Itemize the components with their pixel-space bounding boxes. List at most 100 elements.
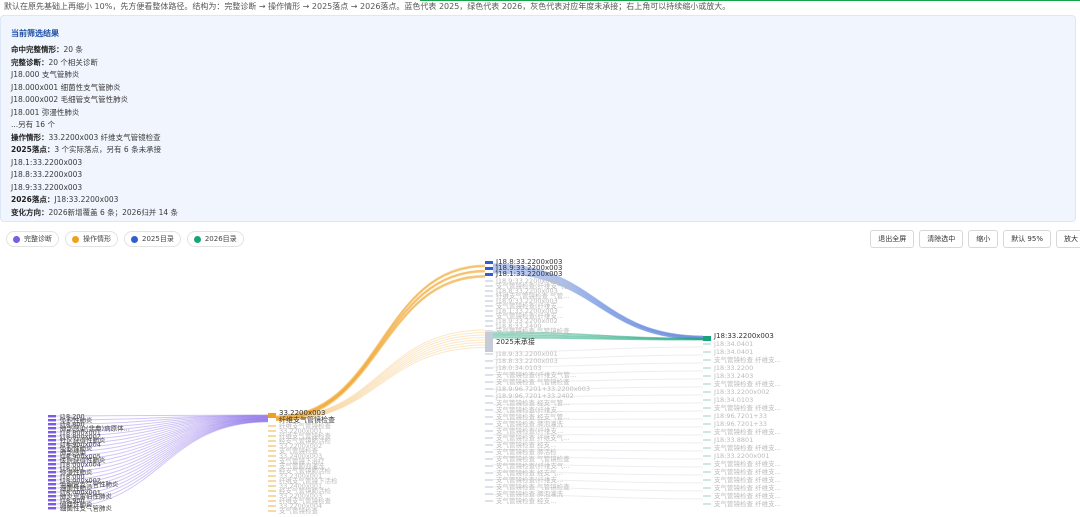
legend-label: 2026目录 [204,235,237,243]
legend-item[interactable]: 操作情形 [65,231,118,247]
landing-2026-faint-label: 支气管镜检查 纤维支... [714,467,781,476]
landing-2026-node [703,391,711,393]
summary-line: ...另有 16 个 [11,119,178,132]
diagnosis-label: 细菌性支气管肺炎 [60,504,113,513]
panel-title: 当前筛选结果 [11,29,59,38]
toolbar: 完整诊断 操作情形 2025目录 2026目录 退出全屏 清除选中 缩小 默认 95%… [0,227,1080,249]
summary-line-value: 20 个相关诊断 [48,57,98,67]
summary-line-value: 2026新增覆盖 6 条；2026归并 14 条 [48,207,179,217]
landing-2025-node [485,273,493,276]
landing-2026-faint-label: 支气管镜检查 纤维支... [714,499,781,508]
sankey-link [275,339,486,421]
diagnosis-node [48,471,56,474]
summary-line-label: 2025落点： [11,145,55,154]
operation-node [268,460,276,462]
summary-line-value: J18.000x002 毛细管支气管性肺炎 [11,95,129,104]
landing-2025-node [485,310,493,312]
summary-line: J18.8:33.2200x003 [11,169,178,182]
landing-2026-faint-label: 支气管镜检查 纤维支... [714,483,781,492]
landing-2025-node [485,444,493,446]
operation-node [268,465,276,467]
landing-2026-faint-label: J18:34.0103 [713,396,753,404]
summary-line-value: J18.8:33.2200x003 [11,170,83,179]
landing-2026-node [703,479,711,481]
landing-2025-node [485,451,493,453]
summary-line: J18.000x002 毛细管支气管性肺炎 [11,94,178,107]
landing-2025-node [485,381,493,383]
landing-2025-node [485,479,493,481]
diagnosis-node [48,463,56,466]
operation-node [268,470,276,472]
diagnosis-node [48,439,56,442]
diagnosis-node [48,491,56,494]
landing-2025-node [485,409,493,411]
diagnosis-node [48,419,56,422]
exit-fullscreen-button[interactable]: 退出全屏 [870,230,915,248]
diagnosis-node [48,503,56,506]
summary-line-value: J18.9:33.2200x003 [11,182,83,192]
summary-line-label: 变化方向： [11,207,49,217]
diagnosis-node [48,467,56,470]
landing-2026-faint-label: 支气管镜检查 纤维支... [714,443,781,452]
landing-2026-node [703,471,711,473]
sankey-diagram[interactable]: J18.200坠积性肺炎J18.800肺部感染(非典)病原体...J18.800… [0,252,1080,517]
summary-line: J18.9:33.2200x003 [11,182,178,195]
landing-2026-node [703,351,711,353]
diagnosis-node [48,451,56,454]
zoom-in-button[interactable]: 放大 [1056,230,1080,248]
landing-2025-node [485,486,493,488]
summary-line-value: 33.2200x003 纤维支气管镜检查 [48,132,161,142]
unmatched-2025-node [485,332,493,352]
landing-2025-node [485,423,493,425]
landing-2026-node [703,415,711,417]
summary-line: J18.1:33.2200x003 [11,157,178,170]
landing-2025-node [485,280,493,282]
legend-dot-icon [193,235,201,243]
legend-item[interactable]: 2026目录 [186,231,244,247]
landing-2026-faint-label: J18:96.7201+33 [713,420,767,428]
landing-2026-faint-label: 支气管镜检查 纤维支... [714,379,781,388]
default-zoom-button[interactable]: 默认 95% [1003,230,1051,248]
operation-node [268,445,276,447]
landing-2026-node [703,343,711,345]
operation-node [268,500,276,502]
landing-2026-faint-label: 支气管镜检查 纤维支... [714,355,781,364]
summary-line-value: 3 个实际落点，另有 6 条未承接 [54,145,162,154]
landing-2026-faint-label: 支气管镜检查 纤维支... [714,459,781,468]
diagnosis-node [48,507,56,510]
landing-2025-node [485,458,493,460]
landing-2026-node [703,463,711,465]
landing-2025-faint-label: 支气管镜检查 气管镜检查 [496,326,570,335]
landing-2025-node [485,285,493,287]
zoom-controls: 退出全屏 清除选中 缩小 默认 95% 放大 [870,230,1080,248]
operation-node [268,450,276,452]
diagnosis-node [48,427,56,430]
landing-2026-node [703,503,711,505]
landing-2025-node [485,353,493,355]
operation-node [268,490,276,492]
summary-line: 变化方向：2026新增覆盖 6 条；2026归并 14 条 [11,207,178,220]
landing-2025-node [485,305,493,307]
summary-line-value: J18:33.2200x003 [54,195,119,204]
operation-node [268,425,276,427]
landing-2026-node [703,431,711,433]
summary-line: J18.000 支气管肺炎 [11,69,178,82]
clear-selection-button[interactable]: 清除选中 [919,230,964,248]
diagnosis-node [48,487,56,490]
operation-node [268,435,276,437]
landing-2025-node [485,493,493,495]
landing-2026-node [703,439,711,441]
diagnosis-node [48,447,56,450]
legend-label: 操作情形 [83,235,111,243]
legend-item[interactable]: 2025目录 [124,231,181,247]
legend-label: 完整诊断 [24,235,52,243]
landing-2026-faint-label: J18:96.7201+33 [713,412,767,420]
legend-item[interactable]: 完整诊断 [6,231,59,247]
landing-2026-node [703,455,711,457]
landing-2026-faint-label: J18:33.2200x002 [713,388,770,396]
operation-faint-label: 支气管镜检查 [279,506,319,515]
zoom-out-button[interactable]: 缩小 [968,230,999,248]
summary-line-value: J18.1:33.2200x003 [11,157,83,167]
diagnosis-node [48,431,56,434]
summary-line: 操作情形：33.2200x003 纤维支气管镜检查 [11,132,178,145]
